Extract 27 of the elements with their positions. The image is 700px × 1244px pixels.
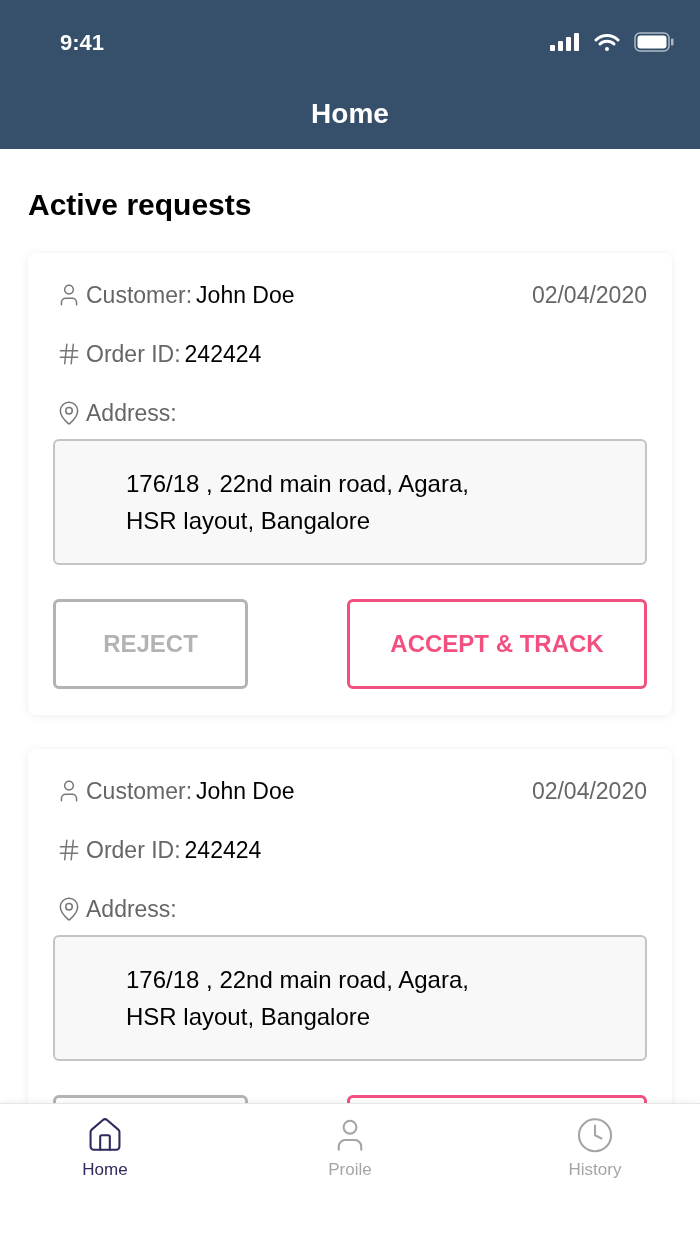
signal-icon (550, 33, 580, 51)
order-date: 02/04/2020 (531, 776, 647, 806)
address-line: 176/18 , 22nd main road, Agara, (126, 965, 470, 995)
address-label: Address: (86, 894, 177, 924)
address-line: HSR layout, Bangalore (126, 1002, 372, 1032)
wifi-icon (594, 32, 620, 52)
tab-item[interactable]: History (547, 1116, 643, 1182)
reject-button[interactable]: REJECT (53, 599, 248, 689)
address-label: Address: (86, 398, 177, 428)
status-time: 9:41 (60, 28, 105, 57)
customer-name: John Doe (196, 280, 295, 310)
address-line: 176/18 , 22nd main road, Agara, (126, 469, 470, 499)
address-line: HSR layout, Bangalore (126, 506, 372, 536)
battery-icon (634, 32, 674, 52)
order-date: 02/04/2020 (531, 280, 647, 310)
order-id-label: Order ID: (86, 339, 181, 369)
accept-track-button[interactable]: ACCEPT & TRACK (347, 599, 647, 689)
customer-label: Customer: (86, 280, 193, 310)
section-title: Active requests (28, 187, 253, 223)
customer-name: John Doe (196, 776, 295, 806)
customer-label: Customer: (86, 776, 193, 806)
order-id: 242424 (184, 835, 262, 865)
order-id: 242424 (184, 339, 262, 369)
tab-item[interactable]: Proile (302, 1116, 398, 1182)
header-title: Home (311, 96, 389, 131)
tab-item[interactable]: Home (57, 1116, 153, 1182)
order-id-label: Order ID: (86, 835, 181, 865)
